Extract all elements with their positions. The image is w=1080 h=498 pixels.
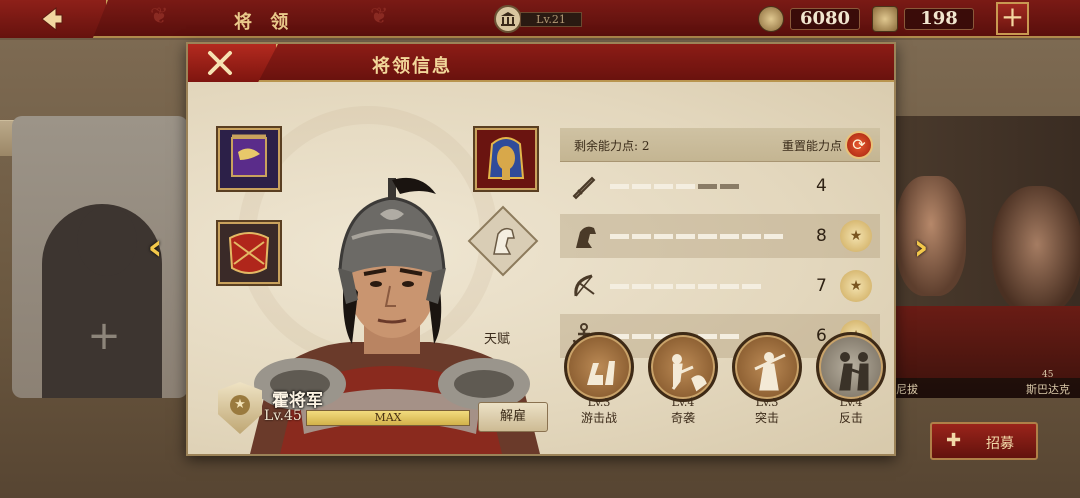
remaining-points-label: 剩余能力点: 2	[574, 139, 650, 153]
hero-info-dialog: 将领信息 天赋 ★ 霍将军 Lv.45 MAX 解雇 剩余能力点: 2 重置能力…	[186, 42, 896, 456]
stat-value: 7	[816, 276, 827, 296]
stat-segment	[742, 234, 761, 239]
exp-bar: MAX	[306, 410, 470, 426]
stat-segment	[632, 184, 651, 189]
coin-count: 6080	[790, 8, 860, 30]
skill-level: Lv.3	[755, 396, 779, 409]
stat-segment	[720, 334, 739, 339]
back-button[interactable]	[0, 0, 108, 38]
prev-hero-arrow[interactable]: ‹	[140, 228, 170, 268]
hero-name-bar: 尼拔 45 斯巴达克	[892, 370, 1080, 398]
stat-row[interactable]: 7 ★	[560, 264, 880, 308]
dismiss-button[interactable]: 解雇	[478, 402, 548, 432]
bow-icon	[570, 272, 598, 300]
stat-value: 4	[816, 176, 827, 196]
stat-segment	[632, 234, 651, 239]
stat-segment	[610, 234, 629, 239]
sword-icon	[570, 172, 598, 200]
hero-level: 45	[1042, 370, 1054, 380]
skill-name: 奇袭	[670, 411, 695, 425]
stat-segment	[632, 334, 651, 339]
stat-value: 8	[816, 226, 827, 246]
next-hero-arrow[interactable]: ›	[906, 228, 936, 268]
hero-name: 尼拔	[896, 383, 918, 396]
stat-segment	[720, 184, 739, 189]
helmet-plus-icon: ✚	[946, 430, 962, 451]
ambush-skill-icon[interactable]	[648, 332, 718, 402]
stat-segment	[654, 184, 673, 189]
dialog-title: 将领信息	[372, 56, 452, 77]
gem-icon	[872, 6, 898, 32]
close-button[interactable]	[188, 44, 278, 82]
wreath-medal-icon[interactable]: ★	[840, 220, 872, 252]
counter-skill-icon[interactable]	[816, 332, 886, 402]
add-resource-button[interactable]: +	[996, 2, 1029, 35]
hero-portrait	[992, 186, 1080, 316]
stat-segment	[698, 284, 717, 289]
stat-segment	[654, 284, 673, 289]
skill-level: Lv.3	[587, 396, 611, 409]
wreath-decoration: ❦	[370, 4, 389, 29]
stat-segment	[698, 234, 717, 239]
back-arrow-icon	[41, 6, 63, 32]
stat-row[interactable]: 4	[560, 164, 880, 208]
stat-segment	[676, 234, 695, 239]
hero-name: 斯巴达克	[1026, 383, 1070, 396]
stat-row[interactable]: 8 ★	[560, 214, 880, 258]
stat-segment	[742, 284, 761, 289]
recruit-label: 招募	[986, 436, 1014, 452]
hero-level: Lv.45	[264, 408, 302, 424]
reset-points-button[interactable]: ⟳	[845, 131, 873, 159]
coin-icon	[758, 6, 784, 32]
star-icon: ★	[230, 395, 250, 415]
dialog-body: 天赋 ★ 霍将军 Lv.45 MAX 解雇 剩余能力点: 2 重置能力点 ⟳ 4…	[188, 82, 894, 454]
horse-icon	[570, 222, 598, 250]
player-level: Lv.21	[520, 12, 582, 27]
stat-segment	[720, 234, 739, 239]
recruit-button[interactable]: ✚ 招募	[930, 422, 1038, 460]
reset-points-label: 重置能力点	[782, 139, 843, 153]
exp-text: MAX	[374, 411, 402, 424]
stat-segment	[610, 284, 629, 289]
stat-segment	[676, 284, 695, 289]
stat-segment	[610, 184, 629, 189]
wreath-decoration: ❦	[150, 4, 169, 29]
ability-points-bar: 剩余能力点: 2 重置能力点 ⟳	[560, 128, 880, 162]
stat-segment	[632, 284, 651, 289]
temple-icon	[494, 5, 522, 33]
close-icon	[208, 51, 232, 75]
skill-level: Lv.4	[839, 396, 863, 409]
screen-title: 将 领	[234, 12, 295, 33]
stat-segment	[764, 234, 783, 239]
gem-count: 198	[904, 8, 974, 30]
silhouette-head	[77, 206, 137, 276]
skill-name: 游击战	[580, 411, 617, 425]
skill-level: Lv.4	[671, 396, 695, 409]
dialog-header: 将领信息	[188, 44, 894, 82]
charge-skill-icon[interactable]	[732, 332, 802, 402]
stat-segment	[698, 184, 717, 189]
stat-segment	[676, 184, 695, 189]
skill-name: 突击	[754, 411, 779, 425]
stat-segment	[720, 284, 739, 289]
wreath-medal-icon[interactable]: ★	[840, 270, 872, 302]
plus-icon: +	[87, 313, 121, 359]
cavalry-skill-icon[interactable]	[564, 332, 634, 402]
top-bar: 将 领 ❦ ❦ Lv.21 6080 198 +	[0, 0, 1080, 38]
stat-segment	[654, 234, 673, 239]
skill-name: 反击	[838, 411, 863, 425]
